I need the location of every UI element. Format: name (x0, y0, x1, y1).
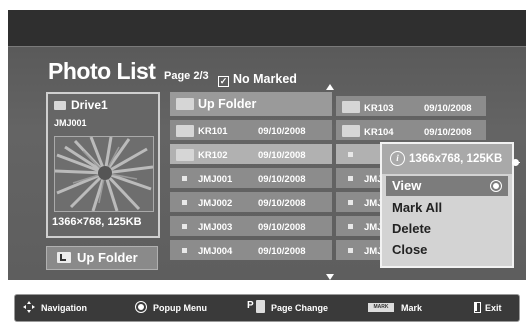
popup-item-label: View (392, 178, 422, 193)
drive-name-label: Drive1 (71, 98, 108, 112)
item-name: KR102 (198, 150, 228, 161)
popup-item-label: Delete (392, 221, 432, 236)
popup-anchor-dot (512, 159, 519, 166)
folder-icon (54, 101, 66, 110)
list-item[interactable]: KR104 09/10/2008 (336, 120, 486, 140)
footer-navigation: Navigation (41, 303, 88, 313)
photo-icon (348, 248, 353, 253)
popup-item-delete[interactable]: Delete (386, 219, 508, 239)
item-date: 09/10/2008 (258, 174, 306, 185)
footer-mark: Mark (401, 303, 423, 313)
photo-thumbnail (54, 136, 154, 212)
grid-up-folder-label: Up Folder (198, 97, 257, 111)
item-name: JMJ003 (198, 222, 233, 233)
scroll-up-arrow-icon[interactable] (326, 84, 334, 90)
top-strip (8, 10, 526, 46)
item-date: 09/10/2008 (258, 222, 306, 233)
photo-list-screen: Photo List Page 2/3 ✓ No Marked Drive1 JM… (0, 0, 528, 324)
footer-exit: Exit (485, 303, 502, 313)
folder-icon (176, 149, 194, 161)
item-name: KR104 (364, 127, 394, 138)
drive-name: Drive1 (54, 98, 108, 112)
photo-icon (182, 224, 187, 229)
radio-selected-icon (490, 180, 502, 192)
photo-icon (348, 224, 353, 229)
mark-status: ✓ No Marked (218, 72, 297, 87)
folder-icon (176, 125, 194, 137)
photo-icon (348, 200, 353, 205)
list-item[interactable]: KR103 09/10/2008 (336, 96, 486, 116)
exit-icon (474, 302, 481, 313)
divider (8, 46, 526, 47)
item-name: KR103 (364, 103, 394, 114)
p-key-label: P (247, 300, 254, 311)
photo-icon (182, 176, 187, 181)
popup-item-label: Mark All (392, 200, 443, 215)
flower-image (55, 137, 153, 211)
folder-icon (342, 125, 360, 137)
page-title: Photo List (48, 58, 156, 84)
item-date: 09/10/2008 (258, 150, 306, 161)
mark-key-icon: MARK (368, 303, 394, 312)
list-item[interactable]: JMJ001 09/10/2008 (170, 168, 332, 188)
item-date: 09/10/2008 (258, 198, 306, 209)
up-folder-icon (176, 98, 194, 110)
list-item[interactable]: KR102 09/10/2008 (170, 144, 332, 164)
item-name: JMJ002 (198, 198, 233, 209)
photo-icon (182, 248, 187, 253)
item-date: 09/10/2008 (424, 103, 472, 114)
photo-icon (348, 152, 353, 157)
item-date: 09/10/2008 (258, 126, 306, 137)
footer-help-bar: Navigation Popup Menu P Page Change MARK… (14, 294, 520, 322)
list-item[interactable]: JMJ003 09/10/2008 (170, 216, 332, 236)
folder-icon (342, 101, 360, 113)
item-date: 09/10/2008 (424, 127, 472, 138)
ok-button-icon (135, 301, 147, 313)
item-name: JMJ004 (198, 246, 233, 257)
drive-preview: Drive1 JMJ001 1366×768, 125KB (46, 92, 160, 238)
item-name: JMJ001 (198, 174, 233, 185)
grid-up-folder[interactable]: Up Folder (170, 92, 332, 116)
up-folder-button[interactable]: Up Folder (46, 246, 158, 270)
info-icon: i (390, 151, 405, 166)
list-item[interactable]: JMJ002 09/10/2008 (170, 192, 332, 212)
popup-menu: i 1366x768, 125KB View Mark All Delete C… (380, 142, 514, 268)
list-item[interactable]: KR101 09/10/2008 (170, 120, 332, 140)
scroll-down-arrow-icon[interactable] (326, 274, 334, 280)
navigation-arrows-icon (23, 301, 35, 313)
checkbox-icon: ✓ (218, 76, 229, 87)
photo-icon (182, 200, 187, 205)
up-folder-icon (57, 252, 71, 263)
popup-item-close[interactable]: Close (386, 240, 508, 260)
drive-sub: JMJ001 (54, 118, 87, 128)
popup-header: i 1366x768, 125KB (382, 144, 512, 174)
popup-item-label: Close (392, 242, 428, 257)
photo-icon (348, 176, 353, 181)
footer-page-change: Page Change (271, 303, 329, 313)
popup-info: 1366x768, 125KB (409, 153, 503, 165)
popup-item-view[interactable]: View (386, 176, 508, 196)
popup-item-mark-all[interactable]: Mark All (386, 198, 508, 218)
page-indicator: Page 2/3 (164, 70, 209, 82)
item-date: 09/10/2008 (258, 246, 306, 257)
item-name: KR101 (198, 126, 228, 137)
up-folder-button-label: Up Folder (77, 250, 138, 265)
mark-status-label: No Marked (233, 72, 297, 86)
list-item[interactable]: JMJ004 09/10/2008 (170, 240, 332, 260)
footer-popup-menu: Popup Menu (153, 303, 207, 313)
page-up-down-icon (256, 300, 265, 313)
drive-resolution: 1366×768, 125KB (52, 216, 142, 228)
